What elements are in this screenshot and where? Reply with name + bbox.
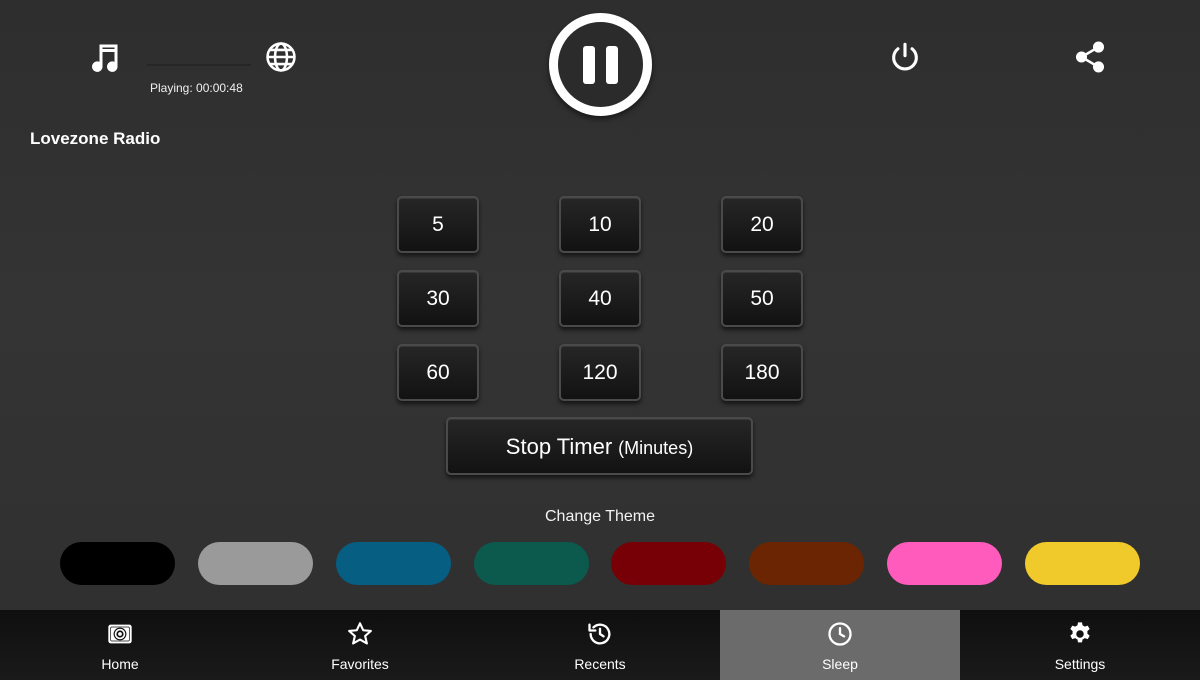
station-name: Lovezone Radio: [30, 129, 161, 148]
bottom-navigation: Home Favorites Recents Sleep Settings: [0, 610, 1200, 680]
timer-120-button[interactable]: 120: [559, 344, 641, 401]
timer-20-button[interactable]: 20: [721, 196, 803, 253]
music-note-icon[interactable]: [86, 40, 122, 76]
nav-item-settings[interactable]: Settings: [960, 610, 1200, 680]
theme-swatch-red[interactable]: [611, 542, 726, 585]
timer-10-button[interactable]: 10: [559, 196, 641, 253]
timer-60-button[interactable]: 60: [397, 344, 479, 401]
stop-timer-button[interactable]: Stop Timer (Minutes): [446, 417, 753, 475]
nav-item-favorites[interactable]: Favorites: [240, 610, 480, 680]
theme-swatch-pink[interactable]: [887, 542, 1002, 585]
radio-icon: [106, 620, 134, 648]
playback-progress-track: [147, 64, 251, 66]
clock-icon: [826, 620, 854, 648]
star-icon: [346, 620, 374, 648]
gear-icon: [1066, 620, 1094, 648]
nav-item-recents[interactable]: Recents: [480, 610, 720, 680]
theme-swatch-brown[interactable]: [749, 542, 864, 585]
pause-button[interactable]: [549, 13, 652, 116]
timer-50-button[interactable]: 50: [721, 270, 803, 327]
timer-180-button[interactable]: 180: [721, 344, 803, 401]
playing-status: Playing: 00:00:48: [150, 81, 243, 95]
theme-swatch-blue[interactable]: [336, 542, 451, 585]
nav-label-settings: Settings: [1054, 656, 1106, 672]
theme-swatch-yellow[interactable]: [1025, 542, 1140, 585]
timer-5-button[interactable]: 5: [397, 196, 479, 253]
timer-40-button[interactable]: 40: [559, 270, 641, 327]
nav-label-recents: Recents: [574, 656, 626, 672]
power-icon[interactable]: [888, 40, 922, 74]
stop-timer-label: Stop Timer: [505, 434, 613, 459]
globe-icon[interactable]: [264, 40, 298, 74]
change-theme-heading: Change Theme: [545, 508, 655, 525]
pause-icon: [583, 45, 595, 84]
timer-30-button[interactable]: 30: [397, 270, 479, 327]
nav-label-sleep: Sleep: [822, 656, 858, 672]
nav-label-favorites: Favorites: [331, 656, 389, 672]
history-icon: [586, 620, 614, 648]
nav-item-home[interactable]: Home: [0, 610, 240, 680]
theme-swatch-teal[interactable]: [474, 542, 589, 585]
theme-swatch-gray[interactable]: [198, 542, 313, 585]
nav-item-sleep[interactable]: Sleep: [720, 610, 960, 680]
nav-label-home: Home: [101, 656, 139, 672]
theme-swatch-black[interactable]: [60, 542, 175, 585]
stop-timer-unit: (Minutes): [618, 438, 694, 458]
share-icon[interactable]: [1073, 40, 1107, 74]
